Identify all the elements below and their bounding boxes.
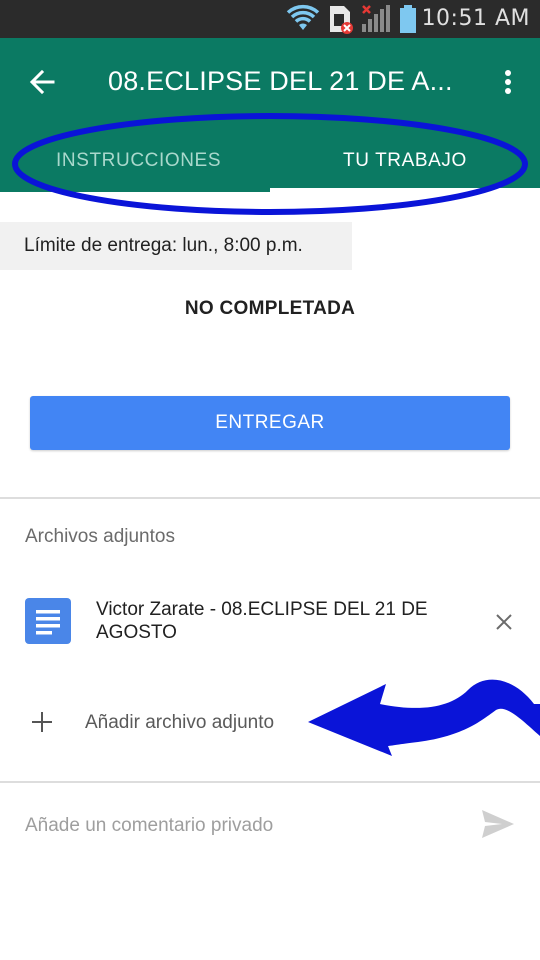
annotation-arrow <box>308 679 540 756</box>
private-comment-input[interactable] <box>25 810 455 842</box>
annotation-ellipse <box>12 113 528 215</box>
arrow-back-icon <box>29 69 55 95</box>
page-title: 08.ECLIPSE DEL 21 DE A... <box>108 66 453 96</box>
more-vert-icon <box>505 70 511 94</box>
sim-error-icon <box>330 6 353 34</box>
attachment-item[interactable]: Victor Zarate - 08.ECLIPSE DEL 21 DE AGO… <box>0 584 540 656</box>
battery-icon <box>400 5 416 33</box>
deadline-banner: Límite de entrega: lun., 8:00 p.m. <box>0 222 352 270</box>
assignment-status: NO COMPLETADA <box>184 298 356 319</box>
attachments-section-label: Archivos adjuntos <box>25 526 175 547</box>
deadline-text: Límite de entrega: lun., 8:00 p.m. <box>24 235 303 256</box>
divider <box>0 781 540 783</box>
status-bar: 10:51 AM <box>0 0 540 38</box>
divider <box>0 497 540 499</box>
status-time: 10:51 AM <box>421 6 530 31</box>
attachment-name: Victor Zarate - 08.ECLIPSE DEL 21 DE AGO… <box>96 599 428 643</box>
more-options-button[interactable] <box>490 62 526 102</box>
close-icon[interactable] <box>490 608 518 636</box>
google-docs-icon <box>25 598 71 644</box>
plus-icon <box>32 712 52 732</box>
add-attachment-label: Añadir archivo adjunto <box>85 712 275 733</box>
wifi-icon <box>286 4 320 30</box>
send-icon[interactable] <box>480 808 516 840</box>
submit-button[interactable]: ENTREGAR <box>30 396 510 450</box>
signal-icon <box>362 5 390 32</box>
back-button[interactable] <box>22 62 62 102</box>
